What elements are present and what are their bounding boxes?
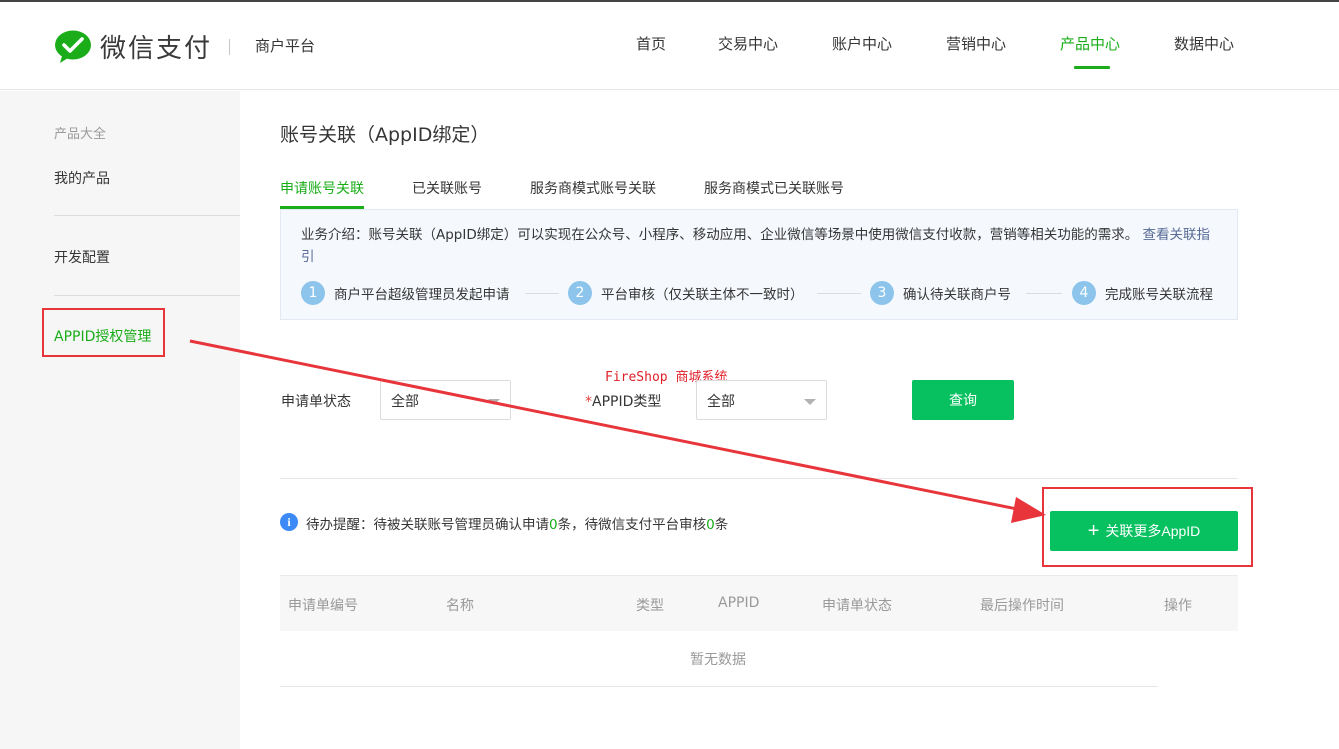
todo-suffix: 条 — [714, 517, 729, 533]
column-header-appid: APPID — [718, 595, 760, 611]
table-header: 申请单编号 名称 类型 APPID 申请单状态 最后操作时间 操作 — [280, 575, 1238, 631]
todo-middle: 条，待微信支付平台审核 — [557, 517, 707, 533]
status-select-value: 全部 — [391, 394, 419, 410]
nav-transaction-center[interactable]: 交易中心 — [718, 33, 778, 54]
column-header-actions: 操作 — [1164, 598, 1192, 614]
step-connector — [817, 293, 861, 294]
header-divider — [229, 39, 230, 55]
status-filter-label: 申请单状态 — [281, 394, 351, 410]
query-button[interactable]: 查询 — [912, 380, 1014, 420]
info-icon: i — [280, 513, 298, 531]
column-header-name: 名称 — [446, 598, 474, 614]
status-select[interactable]: 全部 — [380, 380, 511, 420]
sidebar-item-dev-config[interactable]: 开发配置 — [54, 247, 110, 267]
appid-type-select[interactable]: 全部 — [696, 380, 827, 420]
page-title: 账号关联（AppID绑定） — [280, 124, 490, 146]
column-header-application-no: 申请单编号 — [288, 598, 358, 614]
step-number: 4 — [1072, 281, 1096, 305]
step-connector — [1026, 293, 1062, 294]
step-label: 完成账号关联流程 — [1105, 287, 1213, 303]
chevron-down-icon — [488, 399, 500, 405]
step-label: 确认待关联商户号 — [903, 287, 1011, 303]
step-3: 3 确认待关联商户号 — [870, 281, 1011, 305]
nav-marketing-center[interactable]: 营销中心 — [946, 33, 1006, 54]
nav-data-center[interactable]: 数据中心 — [1174, 33, 1234, 54]
column-header-type: 类型 — [636, 598, 664, 614]
platform-name: 商户平台 — [255, 37, 316, 55]
brand-name: 微信支付 — [100, 34, 213, 64]
intro-text: 业务介绍：账号关联（AppID绑定）可以实现在公众号、小程序、移动应用、企业微信… — [301, 224, 1216, 268]
sidebar: 产品大全 我的产品 开发配置 APPID授权管理 — [0, 91, 240, 749]
step-label: 平台审核（仅关联主体不一致时） — [601, 287, 804, 303]
nav-product-center[interactable]: 产品中心 — [1060, 33, 1120, 54]
column-header-last-op-time: 最后操作时间 — [980, 598, 1064, 614]
step-number: 2 — [568, 281, 592, 305]
annotation-box-add-button — [1042, 487, 1253, 567]
intro-description: 业务介绍：账号关联（AppID绑定）可以实现在公众号、小程序、移动应用、企业微信… — [301, 227, 1139, 243]
step-label: 商户平台超级管理员发起申请 — [334, 287, 510, 303]
step-1: 1 商户平台超级管理员发起申请 — [301, 281, 510, 305]
nav-active-indicator — [1074, 66, 1110, 69]
step-4: 4 完成账号关联流程 — [1072, 281, 1213, 305]
tab-linked-accounts[interactable]: 已关联账号 — [412, 178, 482, 198]
arrow-head — [1011, 497, 1046, 523]
section-divider — [280, 478, 1238, 479]
intro-panel: 业务介绍：账号关联（AppID绑定）可以实现在公众号、小程序、移动应用、企业微信… — [280, 209, 1238, 320]
appid-type-label-text: APPID类型 — [592, 394, 662, 410]
sidebar-group-title: 产品大全 — [54, 127, 107, 142]
sidebar-divider — [54, 215, 240, 216]
step-2: 2 平台审核（仅关联主体不一致时） — [568, 281, 804, 305]
sidebar-divider — [54, 295, 240, 296]
chevron-down-icon — [804, 399, 816, 405]
appid-type-filter-label: *APPID类型 — [585, 391, 661, 411]
step-number: 1 — [301, 281, 325, 305]
wechat-pay-logo[interactable]: 微信支付 — [54, 28, 212, 65]
annotation-box-sidebar — [42, 308, 165, 357]
table-bottom-border — [280, 686, 1158, 687]
column-header-status: 申请单状态 — [822, 598, 892, 614]
todo-prefix: 待办提醒：待被关联账号管理员确认申请 — [306, 517, 549, 533]
appid-type-select-value: 全部 — [707, 394, 735, 410]
pending-confirm-count: 0 — [549, 517, 558, 533]
step-connector — [525, 293, 559, 294]
tab-provider-linked[interactable]: 服务商模式已关联账号 — [704, 178, 844, 198]
top-header: 微信支付 商户平台 首页 交易中心 账户中心 营销中心 产品中心 数据中心 — [0, 2, 1339, 90]
step-number: 3 — [870, 281, 894, 305]
todo-reminder: 待办提醒：待被关联账号管理员确认申请0条，待微信支付平台审核0条 — [306, 513, 728, 533]
nav-account-center[interactable]: 账户中心 — [832, 33, 892, 54]
required-mark: * — [585, 394, 592, 410]
table-empty-state: 暂无数据 — [690, 652, 746, 668]
tab-provider-link[interactable]: 服务商模式账号关联 — [530, 178, 656, 198]
sidebar-item-my-products[interactable]: 我的产品 — [54, 168, 110, 188]
tab-apply-link[interactable]: 申请账号关联 — [280, 178, 364, 198]
wechat-pay-icon — [55, 30, 91, 63]
nav-home[interactable]: 首页 — [636, 33, 666, 54]
pending-review-count: 0 — [706, 517, 715, 533]
